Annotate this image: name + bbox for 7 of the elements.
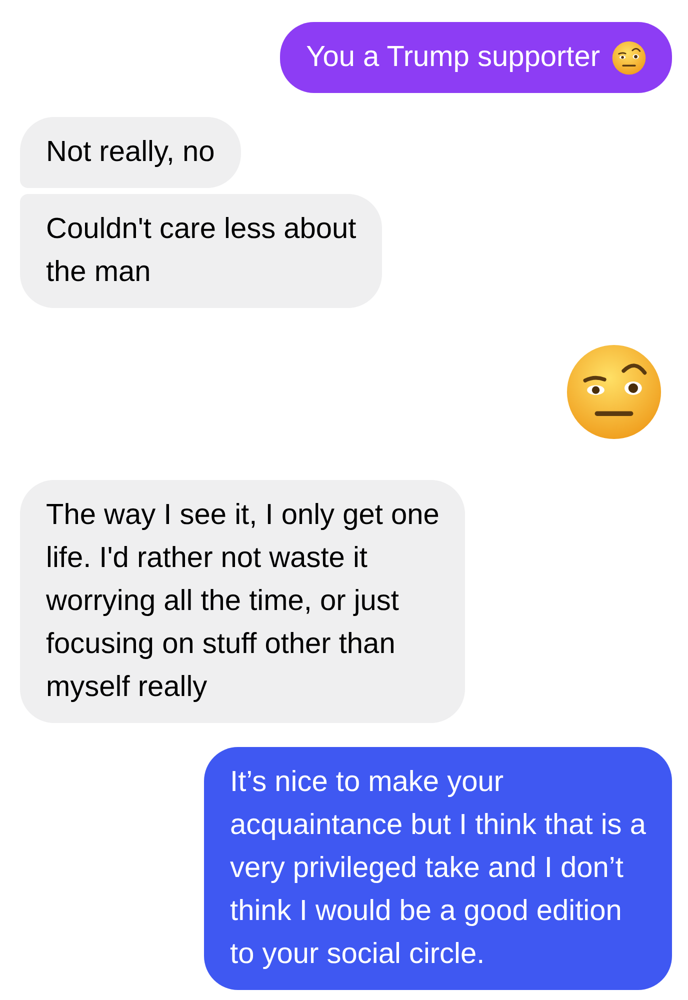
raised-eyebrow-emoji-icon: [566, 344, 662, 440]
received-message-bubble: Couldn't care less about the man: [20, 194, 382, 308]
received-message-bubble: The way I see it, I only get one life. I'd rather not waste it worrying all the time, or just focusing on stuff other than myself really: [20, 480, 466, 723]
received-message-bubble: Not really, no: [20, 117, 241, 188]
sent-message-bubble: It’s nice to make your acquaintance but I think that is a very privileged take and I don’t think I would be a good edition to your social circle.: [204, 747, 672, 990]
raised-eyebrow-emoji-icon: [612, 40, 646, 74]
message-text: You a Trump supporter: [306, 40, 600, 75]
